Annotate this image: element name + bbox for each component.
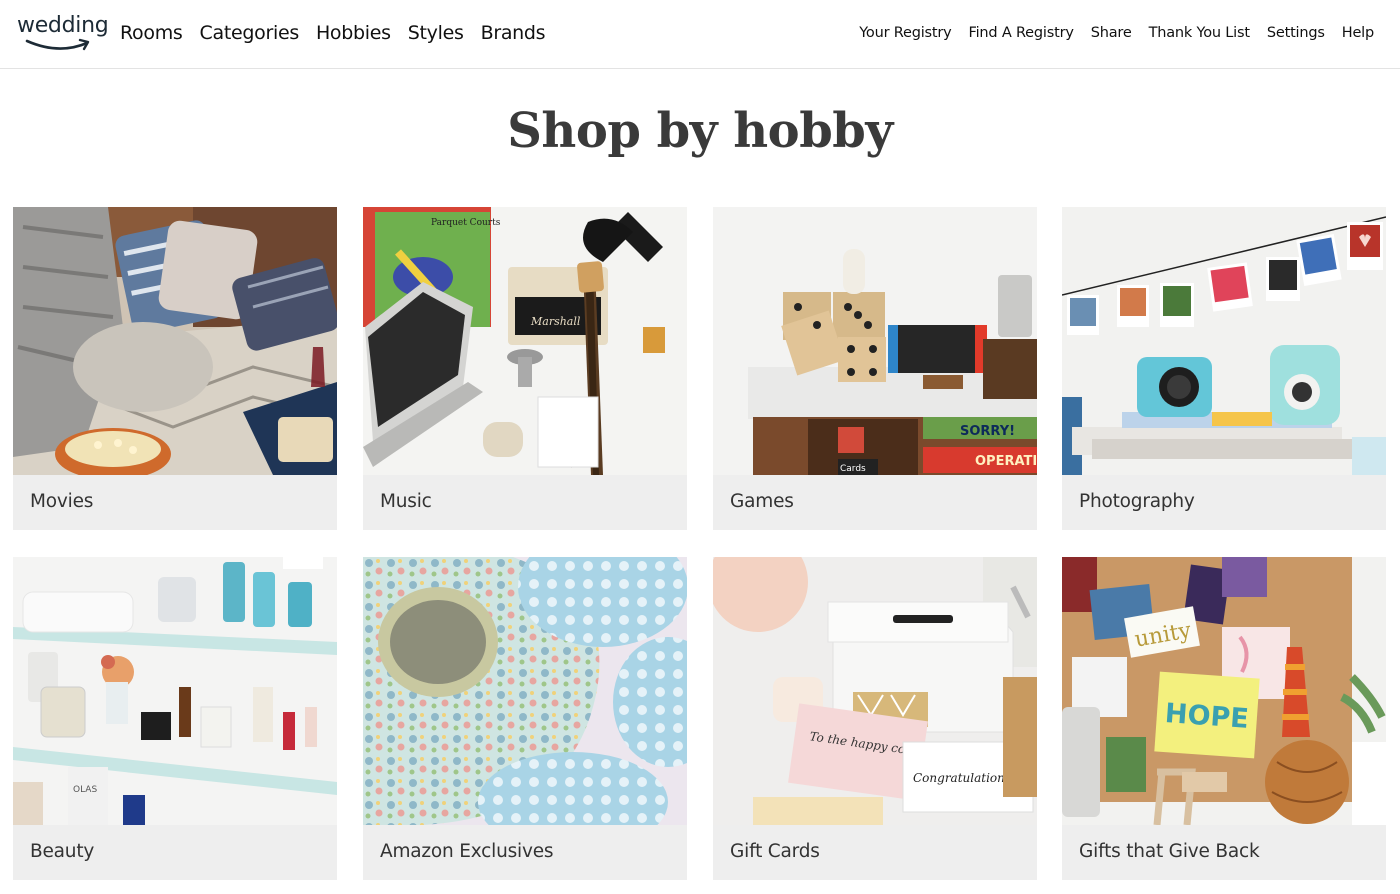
movies-photo [13, 207, 337, 475]
wedding-logo[interactable]: wedding [17, 13, 109, 57]
amp-brand: Marshall [530, 315, 581, 328]
page-title: Shop by hobby [507, 103, 893, 159]
game-box-sorry: SORRY! [960, 424, 1015, 439]
hobby-tile-gift-cards[interactable]: To the happy couple Congratulations Gift… [713, 557, 1037, 880]
hobby-tile-beauty[interactable]: OLAS Beauty [13, 557, 337, 880]
gifts-that-give-back-photo: unity HOPE [1062, 557, 1386, 825]
word-hope: HOPE [1164, 698, 1250, 735]
games-photo: SORRY! OPERATION Cards [713, 207, 1037, 475]
amazon-exclusives-photo [363, 557, 687, 825]
nav-brands[interactable]: Brands [481, 22, 546, 44]
hobby-label: Gifts that Give Back [1079, 841, 1260, 862]
card-handwriting-2: Congratulations [913, 771, 1011, 785]
hobby-label: Amazon Exclusives [380, 841, 554, 862]
hobby-label: Movies [30, 491, 94, 512]
nav-share[interactable]: Share [1091, 25, 1132, 41]
nav-rooms[interactable]: Rooms [120, 22, 183, 44]
nav-your-registry[interactable]: Your Registry [859, 25, 952, 41]
gift-cards-photo: To the happy couple Congratulations [713, 557, 1037, 825]
registry-nav: Your Registry Find A Registry Share Than… [859, 25, 1374, 41]
nav-help[interactable]: Help [1342, 25, 1374, 41]
beauty-photo: OLAS [13, 557, 337, 825]
nav-settings[interactable]: Settings [1267, 25, 1325, 41]
music-photo: Parquet Courts Marshall [363, 207, 687, 475]
hobby-tile-movies[interactable]: Movies [13, 207, 337, 530]
hobby-label: Games [730, 491, 794, 512]
hobby-label: Beauty [30, 841, 95, 862]
bottle-label: OLAS [73, 785, 97, 795]
hobby-tile-games[interactable]: SORRY! OPERATION Cards Games [713, 207, 1037, 530]
record-title: Parquet Courts [431, 218, 501, 228]
top-navigation-bar: wedding Rooms Categories Hobbies Styles … [0, 0, 1400, 69]
hobby-tile-photography[interactable]: Photography [1062, 207, 1386, 530]
hobby-tile-amazon-exclusives[interactable]: Amazon Exclusives [363, 557, 687, 880]
nav-hobbies[interactable]: Hobbies [316, 22, 391, 44]
nav-categories[interactable]: Categories [200, 22, 300, 44]
photography-photo [1062, 207, 1386, 475]
nav-thank-you-list[interactable]: Thank You List [1149, 25, 1250, 41]
game-box-operation: OPERATION [975, 454, 1037, 469]
hobby-tile-gifts-that-give-back[interactable]: unity HOPE Gifts that Give Back [1062, 557, 1386, 880]
hobby-label: Photography [1079, 491, 1195, 512]
main-nav: Rooms Categories Hobbies Styles Brands [120, 22, 546, 44]
smile-arrow-icon [25, 38, 90, 51]
hobby-label: Gift Cards [730, 841, 820, 862]
hobby-label: Music [380, 491, 432, 512]
cards-box-label: Cards [840, 464, 866, 474]
nav-find-a-registry[interactable]: Find A Registry [969, 25, 1074, 41]
nav-styles[interactable]: Styles [408, 22, 464, 44]
hobby-tile-music[interactable]: Parquet Courts Marshall Music [363, 207, 687, 530]
logo-text: wedding [17, 13, 109, 38]
